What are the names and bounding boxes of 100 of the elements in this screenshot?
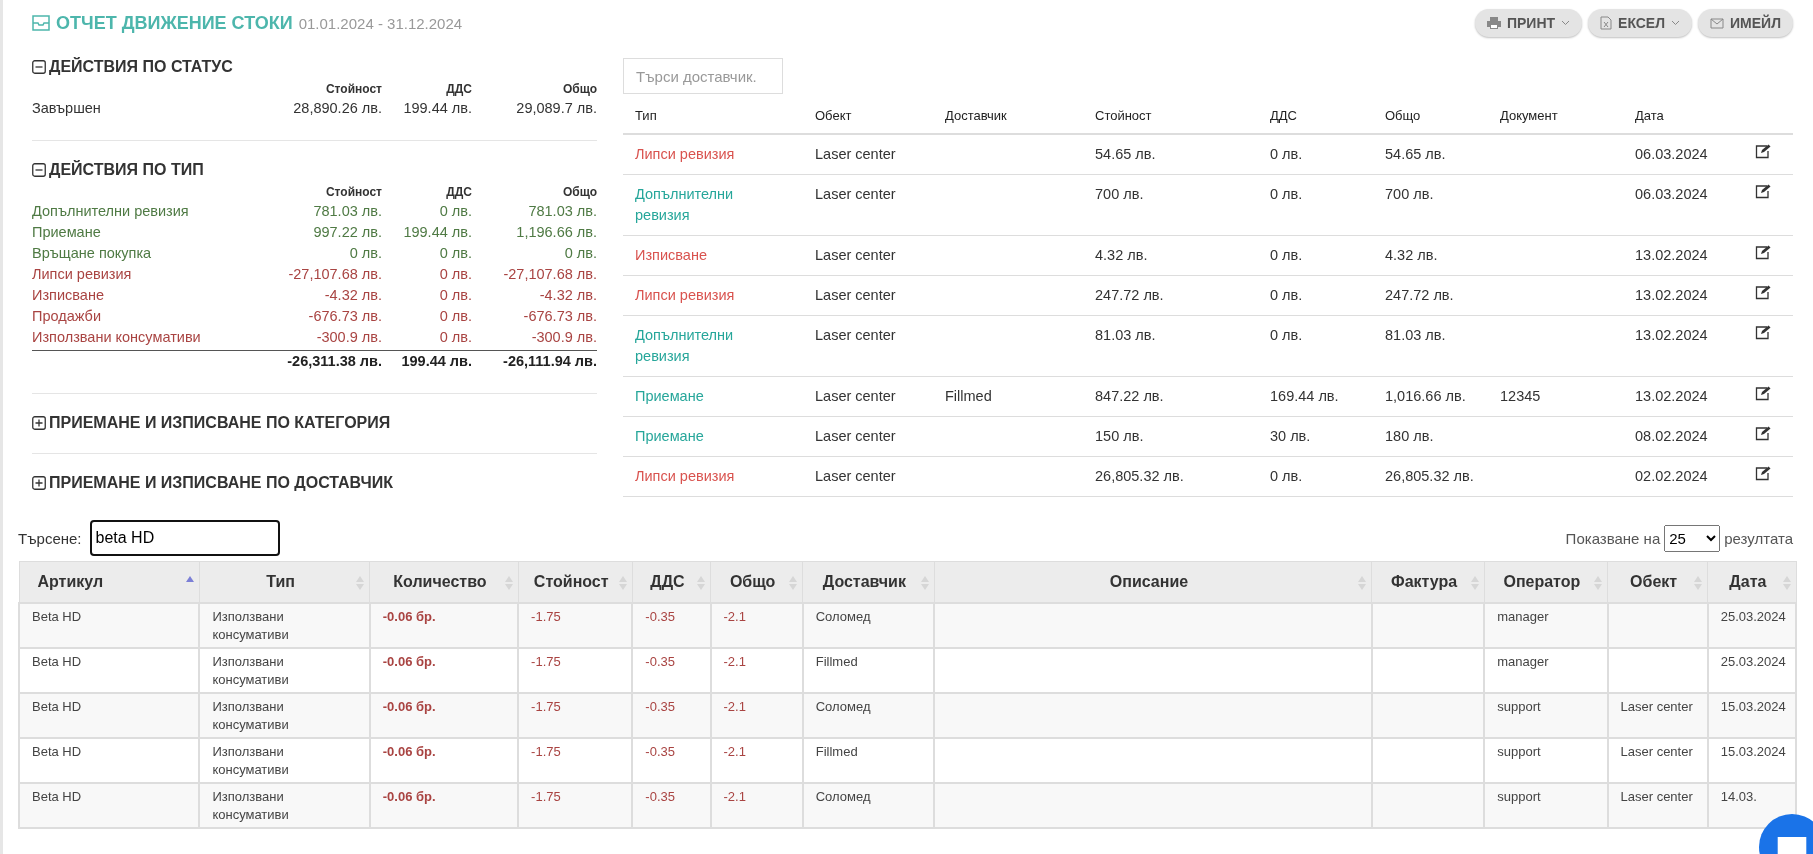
table-cell: 13.02.2024 (1635, 388, 1708, 404)
table-cell: Laser center (1620, 699, 1693, 714)
column-header: ДДС (445, 81, 472, 98)
edit-icon[interactable] (1755, 325, 1771, 340)
collapse-icon[interactable] (32, 163, 46, 177)
table-cell: -1.75 (531, 609, 561, 624)
table-cell: Laser center (815, 146, 896, 162)
table-cell: 54.65 лв. (1095, 146, 1156, 162)
inbox-icon (32, 15, 50, 31)
section-title[interactable]: ДЕЙСТВИЯ ПО СТАТУС (49, 58, 233, 76)
table-cell: Laser center (815, 468, 896, 484)
table-cell: 0 лв. (1270, 146, 1303, 162)
table-cell: Приемане (635, 428, 704, 444)
sortable-column-header[interactable]: Дата (1707, 561, 1796, 603)
table-cell: manager (1497, 654, 1549, 669)
sortable-column-header[interactable]: Стойност (518, 561, 633, 603)
table-cell: Beta HD (32, 699, 82, 714)
table-cell: support (1497, 699, 1541, 714)
table-cell: manager (1497, 609, 1549, 624)
table-cell: 06.03.2024 (1635, 186, 1708, 202)
edit-icon[interactable] (1755, 466, 1771, 481)
column-header: Общо (1373, 102, 1488, 134)
table-cell: -0.06 бр. (382, 699, 436, 714)
collapse-icon[interactable] (32, 60, 46, 74)
envelope-icon (1710, 17, 1725, 29)
table-cell: -0.06 бр. (382, 789, 436, 804)
table-cell: Laser center (815, 388, 896, 404)
amount-cell-text: -676.73 лв. (522, 307, 597, 326)
report-period: 01.01.2024 - 31.12.2024 (298, 14, 463, 32)
table-cell: 0 лв. (1270, 287, 1303, 303)
table-cell: 247.72 лв. (1095, 287, 1164, 303)
sortable-column-header[interactable]: ДДС (632, 561, 711, 603)
column-header: Общо (561, 81, 597, 98)
table-cell: 26,805.32 лв. (1385, 468, 1474, 484)
edit-icon[interactable] (1755, 144, 1771, 159)
table-cell: -1.75 (531, 699, 561, 714)
sortable-column-header[interactable]: Обект (1607, 561, 1708, 603)
table-cell: Fillmed (815, 654, 858, 669)
edit-icon[interactable] (1755, 285, 1771, 300)
edit-icon[interactable] (1755, 245, 1771, 260)
column-header: Доставчик (933, 102, 1083, 134)
supplier-search-field[interactable]: Търси доставчик. (623, 58, 783, 94)
sortable-column-header[interactable]: Общо (710, 561, 803, 603)
edit-icon[interactable] (1755, 386, 1771, 401)
sortable-column-header[interactable]: Тип (199, 561, 370, 603)
export-button[interactable]: ПРИНТ (1474, 9, 1583, 37)
table-cell: Допълнителни ревизия (635, 327, 734, 364)
table-cell: Laser center (815, 186, 896, 202)
row-label: Връщане покупка (32, 244, 153, 263)
section-title[interactable]: ПРИЕМАНЕ И ИЗПИСВАНЕ ПО КАТЕГОРИЯ (49, 414, 391, 432)
table-cell: Fillmed (945, 388, 992, 404)
table-cell: Липси ревизия (635, 468, 735, 484)
table-cell: Използвани консумативи (212, 744, 289, 777)
row-label: Липси ревизия (32, 265, 133, 284)
search-field[interactable]: beta HD (89, 520, 280, 556)
table-cell: -2.1 (723, 699, 746, 714)
export-button[interactable]: ИМЕЙЛ (1698, 9, 1793, 37)
page-size-select[interactable]: 25 (1664, 524, 1721, 552)
table-cell: 06.03.2024 (1635, 146, 1708, 162)
table-cell: Fillmed (815, 744, 858, 759)
amount-cell-text: 0 лв. (563, 244, 597, 263)
sortable-column-header[interactable]: Оператор (1484, 561, 1608, 603)
sortable-column-header[interactable]: Описание (934, 561, 1372, 603)
column-header: Документ (1488, 102, 1623, 134)
expand-icon[interactable] (32, 476, 46, 490)
column-header: ДДС (1258, 102, 1373, 134)
table-cell: 15.03.2024 (1720, 744, 1786, 759)
sortable-column-header[interactable]: Фактура (1372, 561, 1485, 603)
page-size-label: Показване на (1565, 529, 1661, 547)
table-cell: -0.35 (645, 744, 675, 759)
table-cell: 0 лв. (1270, 327, 1303, 343)
export-button[interactable]: ЕКСЕЛ (1588, 9, 1693, 37)
amount-cell-text: 199.44 лв. (402, 99, 472, 118)
edit-icon[interactable] (1755, 184, 1771, 199)
table-cell: Laser center (815, 428, 896, 444)
amount-cell-text: 28,890.26 лв. (292, 99, 382, 118)
table-cell: -0.35 (645, 699, 675, 714)
sortable-column-header[interactable]: Артикул (19, 561, 200, 603)
table-cell: -0.35 (645, 654, 675, 669)
sortable-column-header[interactable]: Доставчик (802, 561, 934, 603)
table-cell: 02.02.2024 (1635, 468, 1708, 484)
edit-icon[interactable] (1755, 426, 1771, 441)
row-label: Допълнителни ревизия (32, 202, 190, 221)
row-label: Изписване (32, 286, 105, 305)
table-cell: Beta HD (32, 609, 82, 624)
column-header: Тип (623, 102, 803, 134)
section-title[interactable]: ПРИЕМАНЕ И ИЗПИСВАНЕ ПО ДОСТАВЧИК (49, 474, 394, 492)
table-cell: 25.03.2024 (1720, 654, 1786, 669)
table-cell: Laser center (1620, 744, 1693, 759)
table-cell: -0.06 бр. (382, 744, 436, 759)
expand-icon[interactable] (32, 416, 46, 430)
table-cell: -2.1 (723, 789, 746, 804)
table-cell: 25.03.2024 (1720, 609, 1786, 624)
column-header: ДДС (445, 184, 472, 201)
table-cell: Beta HD (32, 789, 82, 804)
sortable-column-header[interactable]: Количество (369, 561, 519, 603)
section-title[interactable]: ДЕЙСТВИЯ ПО ТИП (49, 161, 204, 179)
amount-cell-text: 0 лв. (438, 286, 472, 305)
amount-cell-text: 997.22 лв. (312, 223, 382, 242)
spreadsheet-file-icon (1600, 16, 1613, 30)
